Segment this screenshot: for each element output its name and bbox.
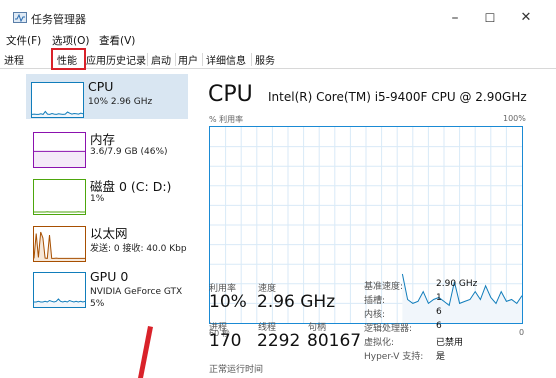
graph-y-label: % 利用率 [209,115,244,124]
tab-users[interactable]: 用户 [178,52,198,67]
speed-value: 2.96 GHz [257,292,336,312]
title-bar: 任务管理器 – ☐ ✕ [0,0,556,32]
processes-value: 170 [209,331,242,351]
menu-file[interactable]: 文件(F) [6,33,41,48]
task-manager-icon [13,12,27,23]
red-arrow-annotation [138,326,153,378]
cpu-model: Intel(R) Core(TM) i5-9400F CPU @ 2.90GHz [268,90,527,104]
resource-sidebar: CPU 10% 2.96 GHz 内存 3.6/7.9 GB (46%) 磁盘 … [0,69,190,378]
detail-label: 基准速度: [364,282,404,292]
tab-services[interactable]: 服务 [255,52,275,67]
tab-details[interactable]: 详细信息 [206,52,246,67]
cpu-detail-panel: CPU Intel(R) Core(TM) i5-9400F CPU @ 2.9… [190,69,556,378]
tab-highlight-box [51,48,86,70]
graph-max-label: 100% [503,114,526,123]
tab-processes[interactable]: 进程 [4,52,24,67]
utilization-value: 10% [209,292,247,312]
detail-value: 1 [436,293,442,303]
maximize-button[interactable]: ☐ [475,8,505,28]
tab-startup[interactable]: 启动 [151,52,171,67]
minimize-button[interactable]: – [440,8,470,28]
menu-bar: 文件(F) 选项(O) 查看(V) [0,32,556,48]
detail-label: 插槽: [364,296,386,306]
threads-value: 2292 [257,331,301,351]
detail-value: 6 [436,307,442,317]
detail-label: 逻辑处理器: [364,324,413,334]
window-title: 任务管理器 [31,13,86,26]
detail-value: 6 [436,321,442,331]
detail-value: 2.90 GHz [436,279,478,289]
uptime-label: 正常运行时间 [209,365,264,375]
detail-label: 虚拟化: [364,338,395,348]
page-title: CPU [208,82,253,107]
detail-value: 是 [436,352,446,362]
graph-x-end-label: 0 [519,328,525,337]
detail-label: 内核: [364,310,386,320]
handles-value: 80167 [307,331,362,351]
close-button[interactable]: ✕ [511,8,541,28]
menu-options[interactable]: 选项(O) [52,33,89,48]
detail-label: Hyper-V 支持: [364,352,424,362]
menu-view[interactable]: 查看(V) [99,33,135,48]
detail-value: 已禁用 [436,338,464,348]
tab-app-history[interactable]: 应用历史记录 [86,52,146,67]
